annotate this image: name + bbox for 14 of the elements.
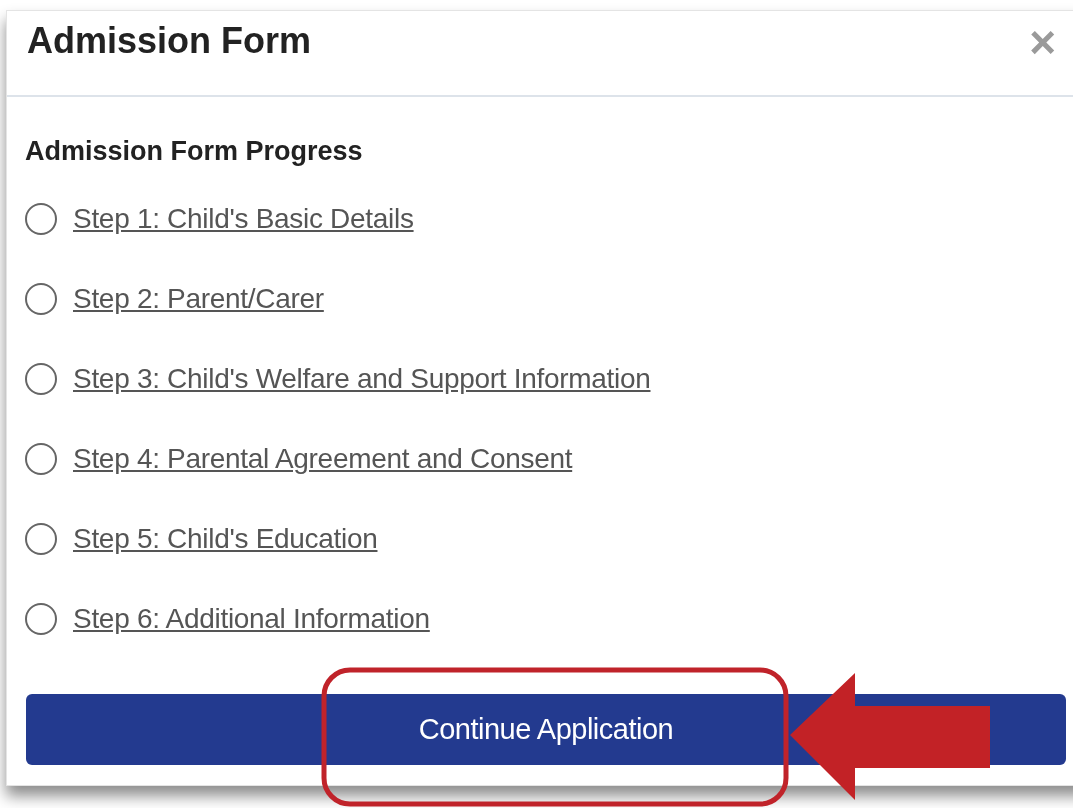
modal-title: Admission Form <box>27 19 312 63</box>
section-heading: Admission Form Progress <box>25 135 364 168</box>
step-link[interactable]: Step 6: Additional Information <box>73 598 430 641</box>
step-link[interactable]: Step 4: Parental Agreement and Consent <box>73 438 573 481</box>
step-link[interactable]: Step 2: Parent/Carer <box>73 278 324 321</box>
radio-button[interactable] <box>25 523 57 556</box>
step-link[interactable]: Step 5: Child's Education <box>73 518 378 561</box>
radio-button[interactable] <box>25 363 57 396</box>
radio-button[interactable] <box>25 283 57 316</box>
step-link[interactable]: Step 1: Child's Basic Details <box>73 198 414 241</box>
radio-button[interactable] <box>25 443 57 476</box>
radio-button[interactable] <box>25 603 57 636</box>
step-link[interactable]: Step 3: Child's Welfare and Support Information <box>73 358 651 401</box>
radio-button[interactable] <box>25 203 57 236</box>
